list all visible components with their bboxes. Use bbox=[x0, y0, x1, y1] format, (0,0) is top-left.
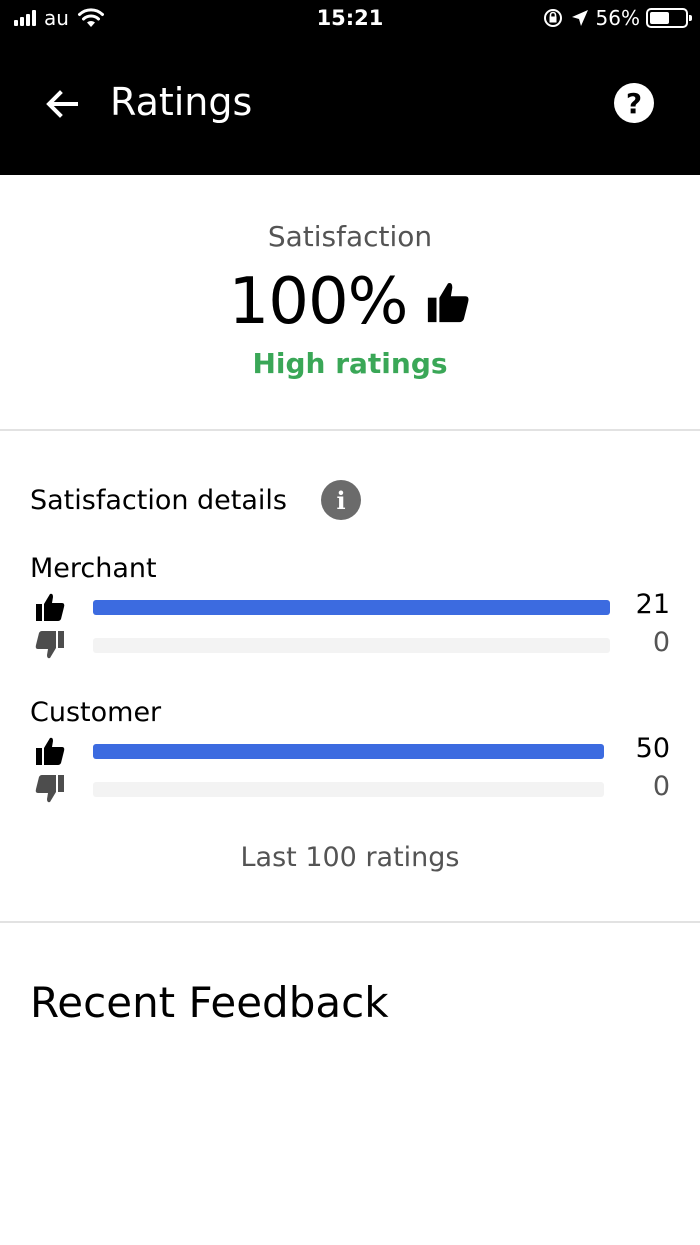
group-name: Customer bbox=[30, 697, 162, 728]
satisfaction-label: Satisfaction bbox=[267, 220, 433, 253]
thumbs-up-icon bbox=[36, 737, 65, 765]
satisfaction-value: 100% bbox=[228, 265, 409, 339]
status-bar: au 15:21 56% bbox=[0, 0, 700, 40]
merchant-thumbs-up-row: 21 bbox=[30, 589, 670, 625]
help-button[interactable]: ? bbox=[614, 83, 654, 123]
details-title: Satisfaction details bbox=[30, 484, 287, 516]
merchant-down-track bbox=[93, 638, 610, 653]
app-header: Ratings ? bbox=[0, 40, 700, 175]
customer-down-track bbox=[93, 782, 604, 797]
back-button[interactable] bbox=[40, 82, 84, 126]
customer-up-track bbox=[93, 744, 604, 759]
customer-thumbs-up-row: 50 bbox=[30, 733, 670, 769]
page-title: Ratings bbox=[110, 80, 253, 124]
customer-down-count: 0 bbox=[652, 771, 670, 802]
thumbs-up-icon bbox=[36, 593, 65, 621]
rating-status: High ratings bbox=[252, 347, 448, 380]
location-arrow-icon bbox=[571, 10, 588, 26]
orientation-lock-icon bbox=[543, 9, 562, 27]
thumbs-down-icon bbox=[35, 775, 64, 803]
group-name: Merchant bbox=[30, 553, 157, 584]
merchant-down-count: 0 bbox=[652, 627, 670, 658]
recent-feedback-title: Recent Feedback bbox=[30, 978, 389, 1027]
battery-level-fill bbox=[650, 12, 670, 24]
info-icon[interactable]: i bbox=[321, 480, 361, 520]
ratings-footnote: Last 100 ratings bbox=[240, 842, 460, 873]
thumbs-up-icon bbox=[428, 283, 469, 323]
satisfaction-summary: Satisfaction 100% High ratings bbox=[0, 175, 700, 430]
merchant-up-track bbox=[93, 600, 610, 615]
section-divider bbox=[0, 429, 700, 431]
battery-percent: 56% bbox=[595, 6, 640, 30]
thumbs-down-icon bbox=[35, 631, 64, 659]
battery-icon bbox=[646, 8, 692, 28]
merchant-thumbs-down-row: 0 bbox=[30, 627, 670, 663]
customer-up-bar bbox=[93, 744, 604, 759]
customer-up-count: 50 bbox=[635, 733, 670, 764]
merchant-up-bar bbox=[93, 600, 610, 615]
customer-thumbs-down-row: 0 bbox=[30, 771, 670, 807]
merchant-up-count: 21 bbox=[635, 589, 670, 620]
arrow-left-icon bbox=[46, 90, 78, 118]
section-divider bbox=[0, 921, 700, 923]
question-circle-icon: ? bbox=[625, 86, 643, 120]
